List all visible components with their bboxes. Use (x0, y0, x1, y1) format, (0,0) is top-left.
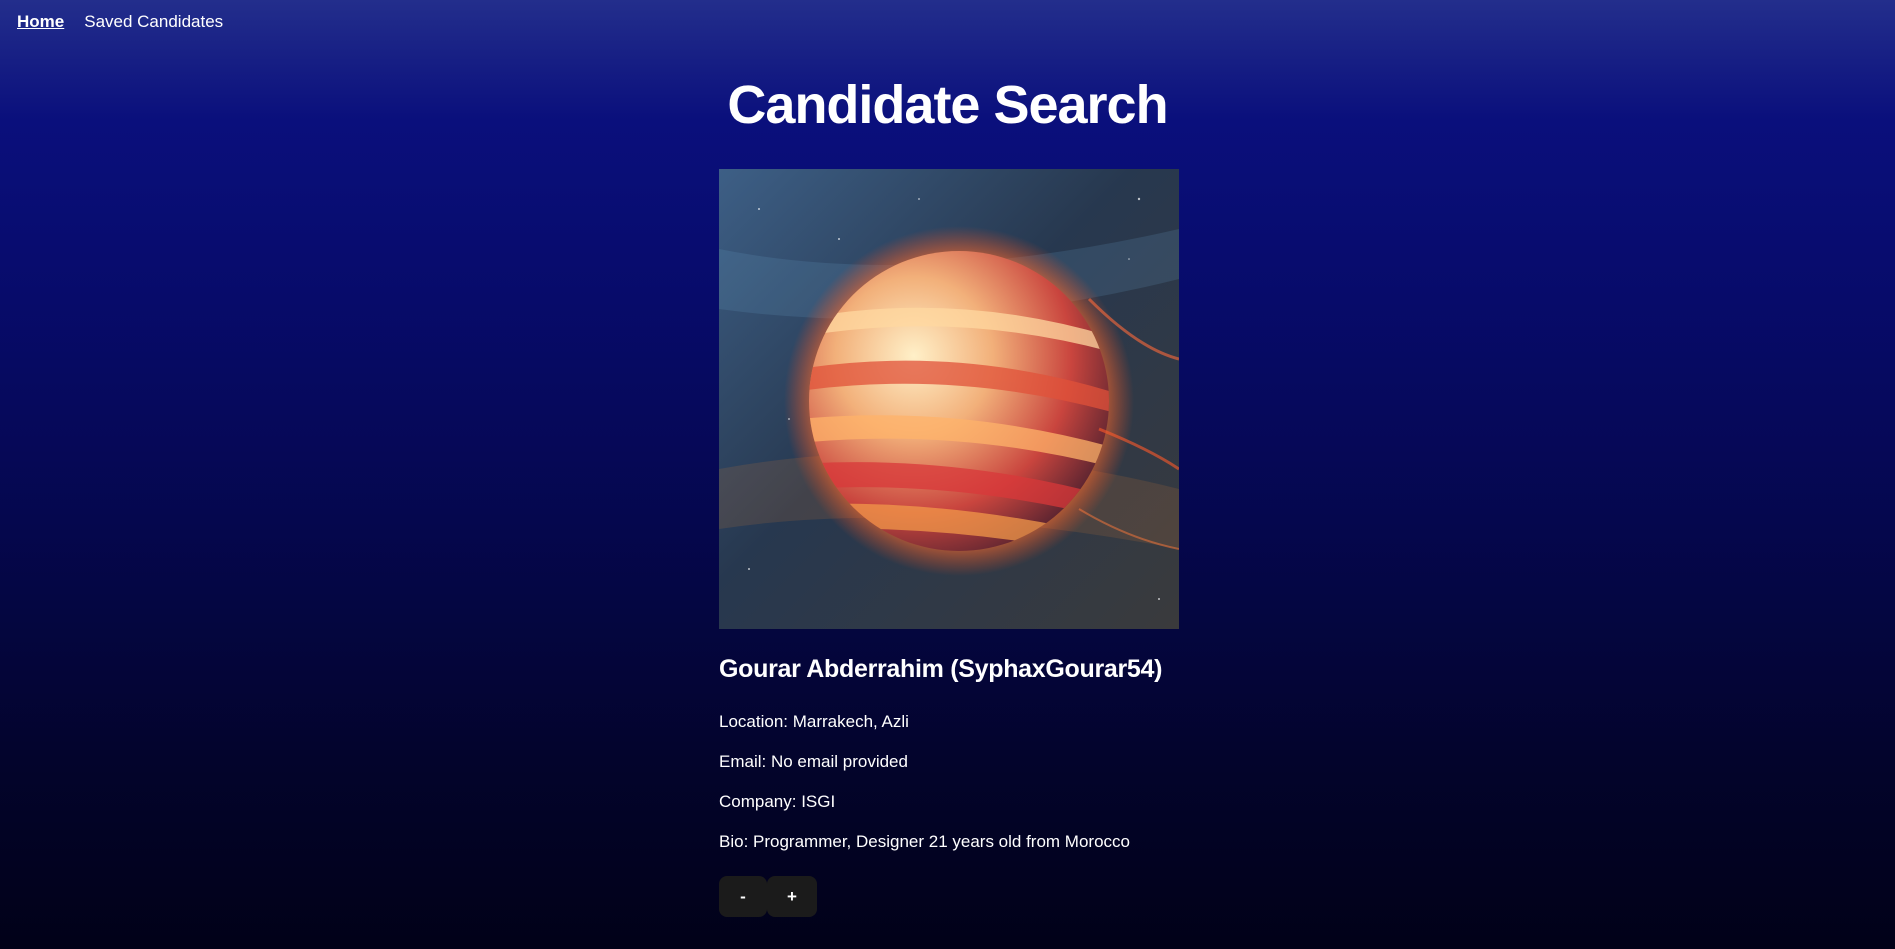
nav-link-home[interactable]: Home (17, 12, 64, 32)
candidate-name: Gourar Abderrahim (SyphaxGourar54) (719, 655, 1163, 683)
candidate-card: Gourar Abderrahim (SyphaxGourar54) Locat… (719, 169, 1179, 917)
top-nav: Home Saved Candidates (17, 12, 223, 32)
candidate-location: Location: Marrakech, Azli (719, 712, 909, 731)
candidate-avatar (719, 169, 1179, 629)
nav-link-saved-candidates[interactable]: Saved Candidates (84, 12, 223, 32)
candidate-company: Company: ISGI (719, 792, 836, 811)
page-title: Candidate Search (727, 75, 1168, 135)
reject-candidate-button[interactable]: - (719, 876, 767, 917)
candidate-bio: Bio: Programmer, Designer 21 years old f… (719, 832, 1130, 851)
candidate-email: Email: No email provided (719, 752, 908, 771)
save-candidate-button[interactable]: + (767, 876, 817, 917)
candidate-actions: - + (719, 876, 1179, 917)
